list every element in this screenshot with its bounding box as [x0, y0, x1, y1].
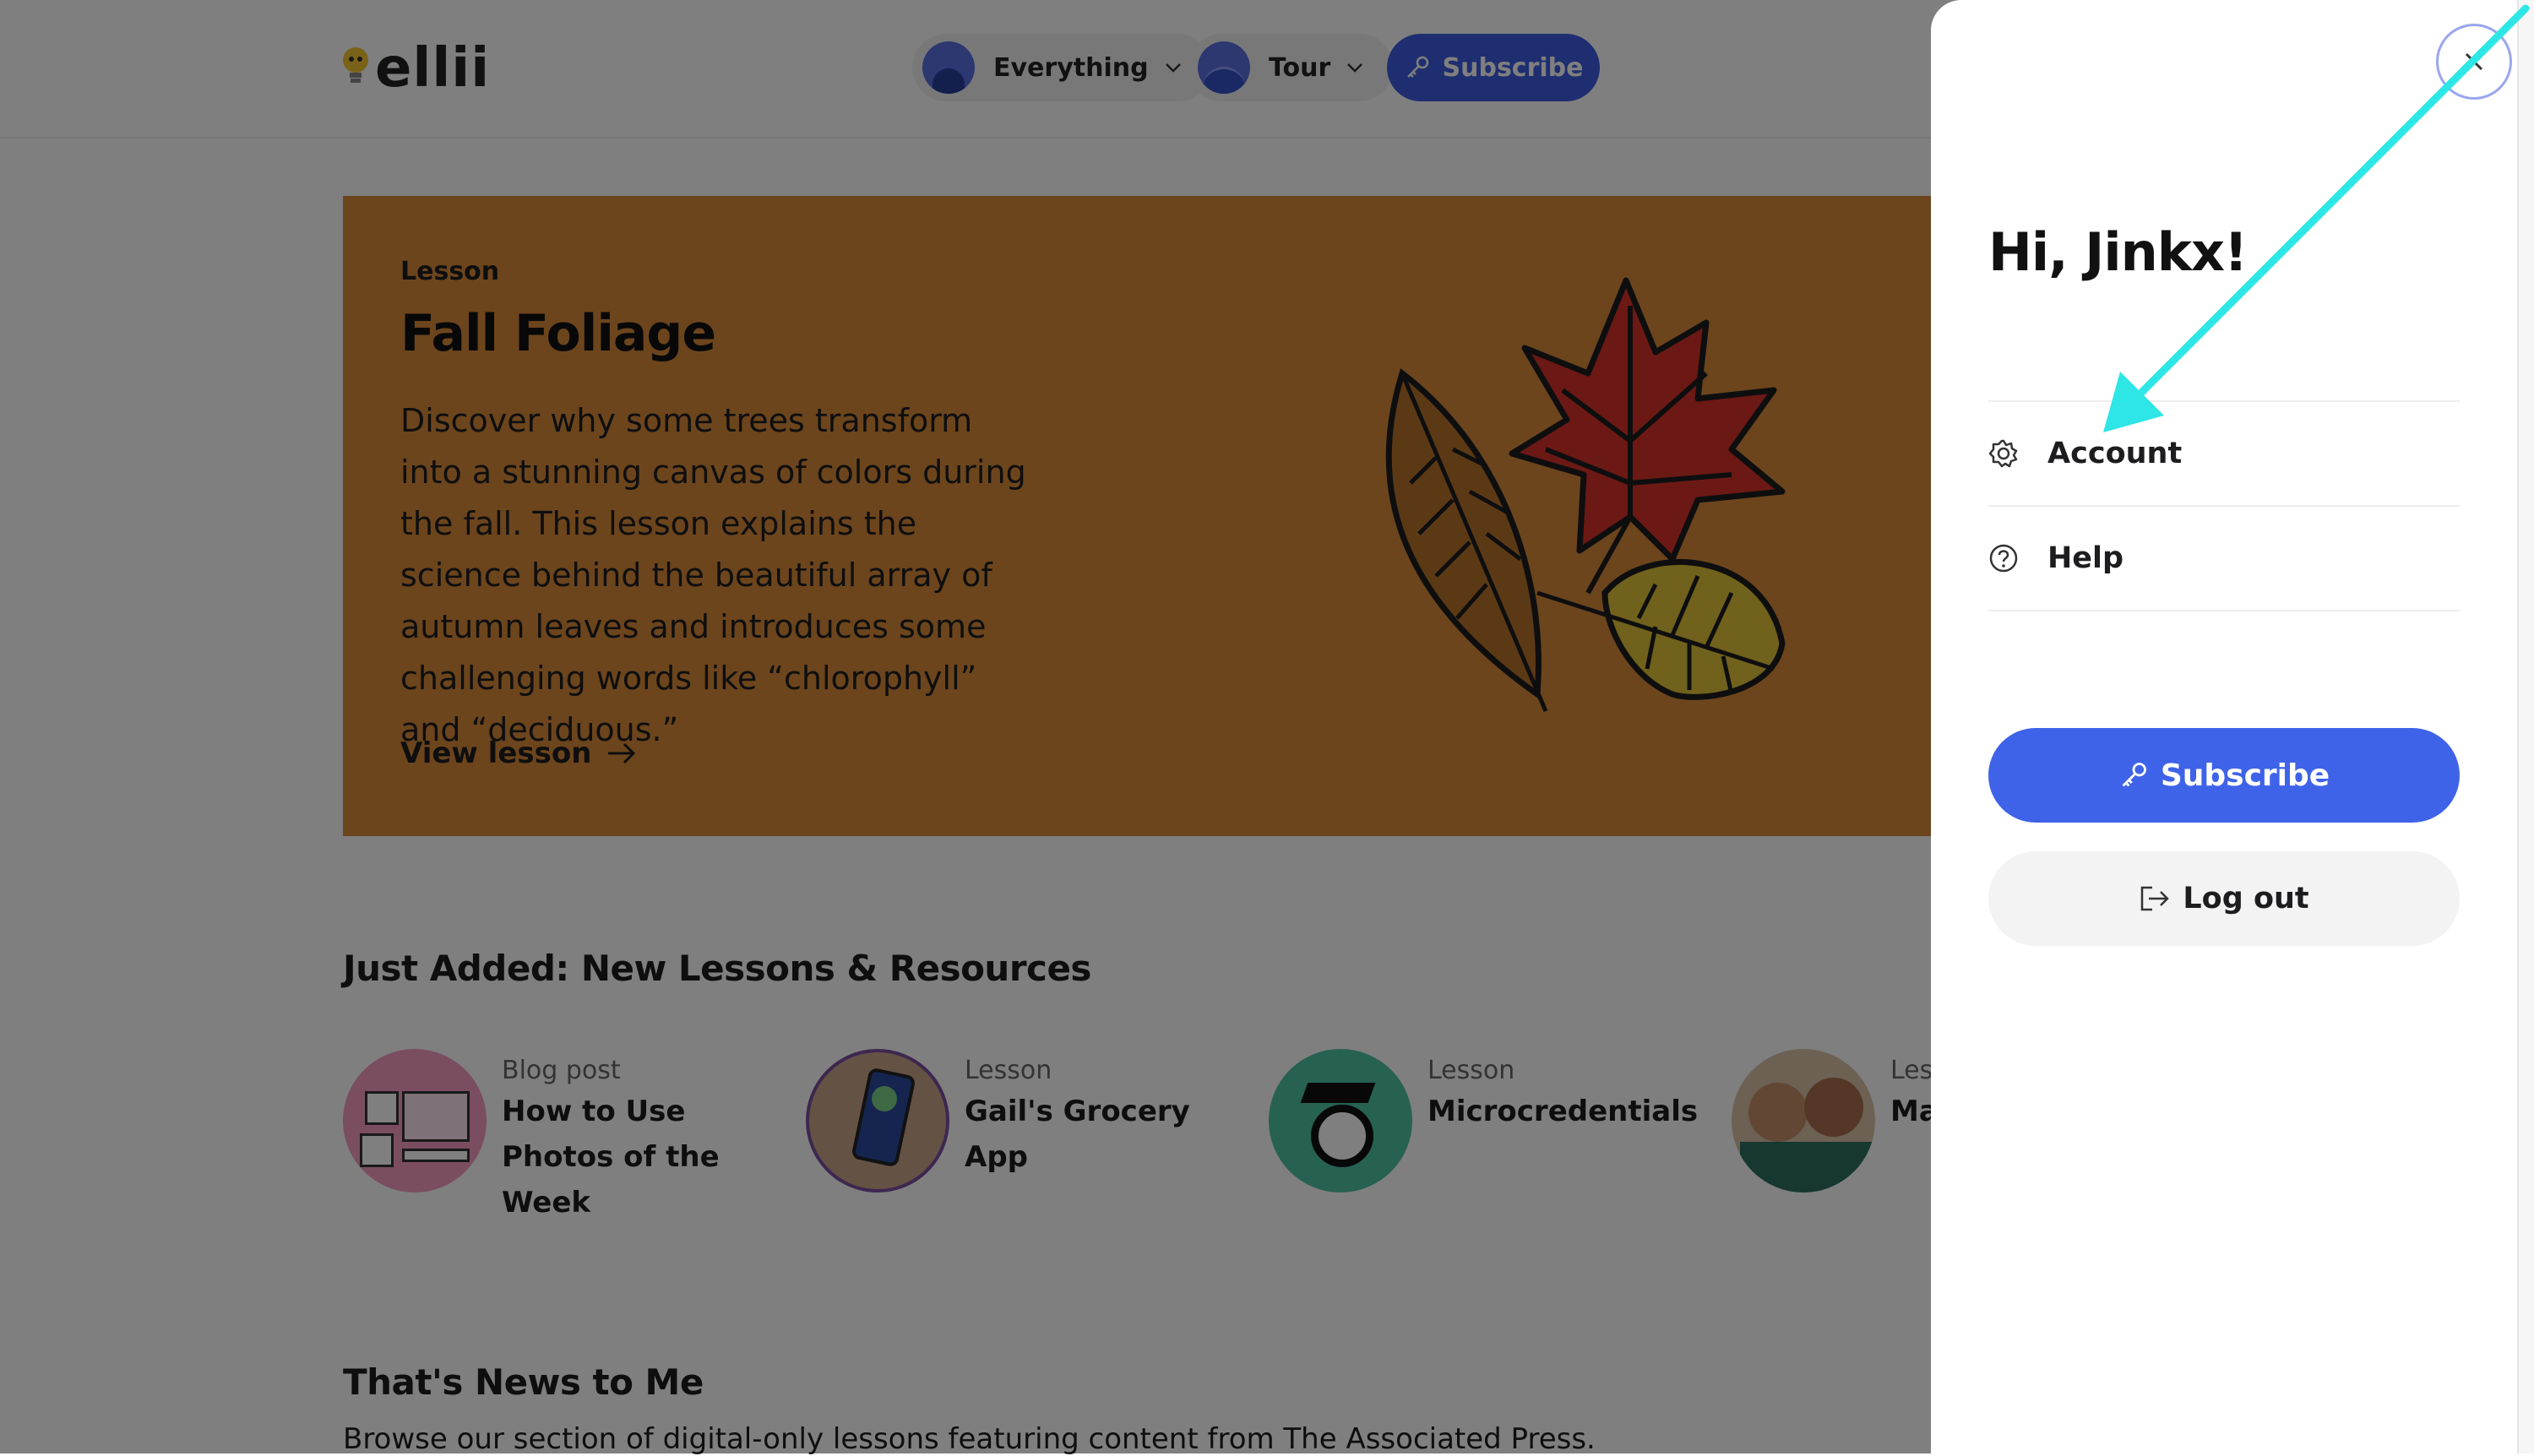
logout-icon: [2141, 886, 2170, 911]
help-circle-icon: [1989, 544, 2018, 573]
menu-item-account[interactable]: Account: [1988, 400, 2460, 505]
account-drawer: Hi, Jinkx! Account Help Subscribe Log ou…: [1931, 0, 2517, 1453]
logout-button[interactable]: Log out: [1988, 851, 2460, 946]
scrollbar[interactable]: [2517, 0, 2534, 1453]
close-icon: [2465, 52, 2483, 71]
menu-divider: [1988, 610, 2460, 611]
key-icon: [2122, 763, 2146, 787]
menu-item-label: Account: [2047, 437, 2183, 470]
drawer-subscribe-button[interactable]: Subscribe: [1988, 728, 2460, 823]
drawer-subscribe-label: Subscribe: [2160, 758, 2330, 793]
close-drawer-button[interactable]: [2436, 24, 2512, 100]
greeting: Hi, Jinkx!: [1988, 221, 2248, 283]
logout-label: Log out: [2183, 882, 2309, 915]
menu-item-label: Help: [2047, 541, 2124, 575]
menu-item-help[interactable]: Help: [1988, 505, 2460, 610]
gear-icon: [1988, 439, 2018, 468]
